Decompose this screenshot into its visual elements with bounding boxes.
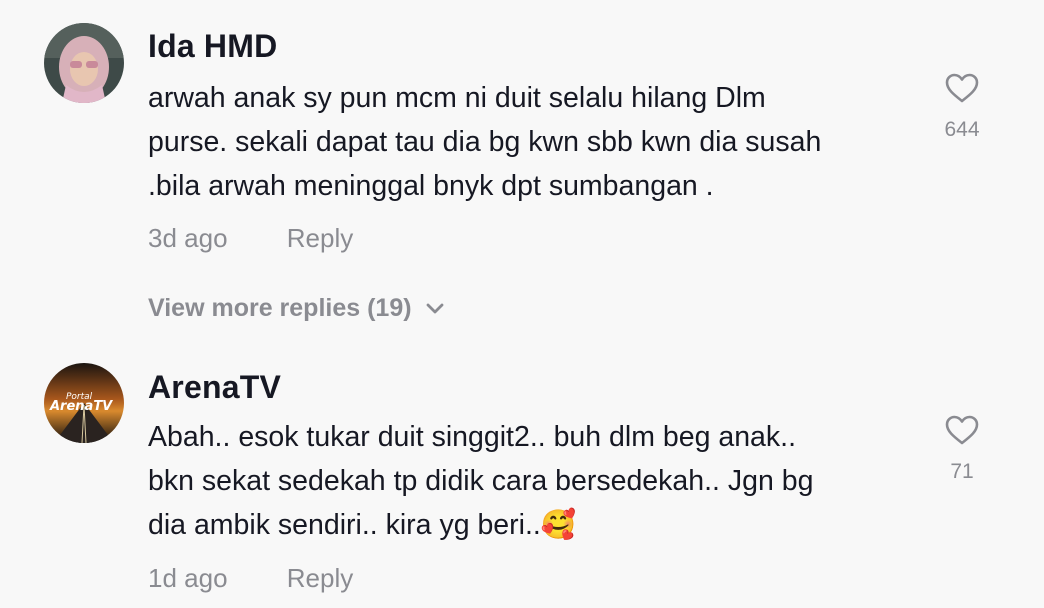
like-count: 644	[944, 118, 980, 141]
logo-text: ArenaTV	[49, 399, 113, 414]
chevron-down-icon	[426, 303, 443, 313]
avatar[interactable]: Portal ArenaTV	[44, 363, 124, 443]
comment-timestamp: 1d ago	[148, 563, 228, 593]
like-button[interactable]: 71	[920, 414, 1004, 484]
comment-text-line: bkn sekat sedekah tp didik cara bersedek…	[148, 465, 814, 497]
comment-timestamp: 3d ago	[148, 223, 228, 253]
comment-text-line: arwah anak sy pun mcm ni duit selalu hil…	[148, 82, 766, 114]
comment-item: Portal ArenaTV ArenaTV Abah.. esok tukar…	[0, 355, 1044, 608]
heart-outline-icon[interactable]	[944, 414, 980, 446]
view-more-replies-label: View more replies (19)	[148, 294, 412, 322]
user-avatar-icon	[44, 23, 124, 103]
comment-item: Ida HMD arwah anak sy pun mcm ni duit se…	[0, 0, 1044, 280]
comment-meta: 1d ago Reply	[148, 563, 353, 594]
comment-text-line: dia ambik sendiri.. kira yg beri..🥰	[148, 509, 577, 541]
comment-text: Abah.. esok tukar duit singgit2.. buh dl…	[148, 415, 908, 547]
reply-button[interactable]: Reply	[287, 563, 353, 593]
heart-outline-icon[interactable]	[944, 72, 980, 104]
like-count: 71	[950, 460, 974, 483]
avatar[interactable]	[44, 23, 124, 103]
comment-meta: 3d ago Reply	[148, 223, 353, 254]
like-button[interactable]: 644	[920, 72, 1004, 142]
reply-button[interactable]: Reply	[287, 223, 353, 253]
comment-text-line: purse. sekali dapat tau dia bg kwn sbb k…	[148, 126, 822, 158]
portal-arenatv-logo-icon: Portal ArenaTV	[44, 363, 124, 443]
comment-text-line: .bila arwah meninggal bnyk dpt sumbangan…	[148, 170, 714, 202]
comment-username[interactable]: Ida HMD	[148, 28, 277, 65]
comment-text-line: Abah.. esok tukar duit singgit2.. buh dl…	[148, 421, 796, 453]
comment-username[interactable]: ArenaTV	[148, 369, 281, 406]
comment-text: arwah anak sy pun mcm ni duit selalu hil…	[148, 76, 908, 208]
view-more-replies-button[interactable]: View more replies (19)	[148, 294, 444, 323]
